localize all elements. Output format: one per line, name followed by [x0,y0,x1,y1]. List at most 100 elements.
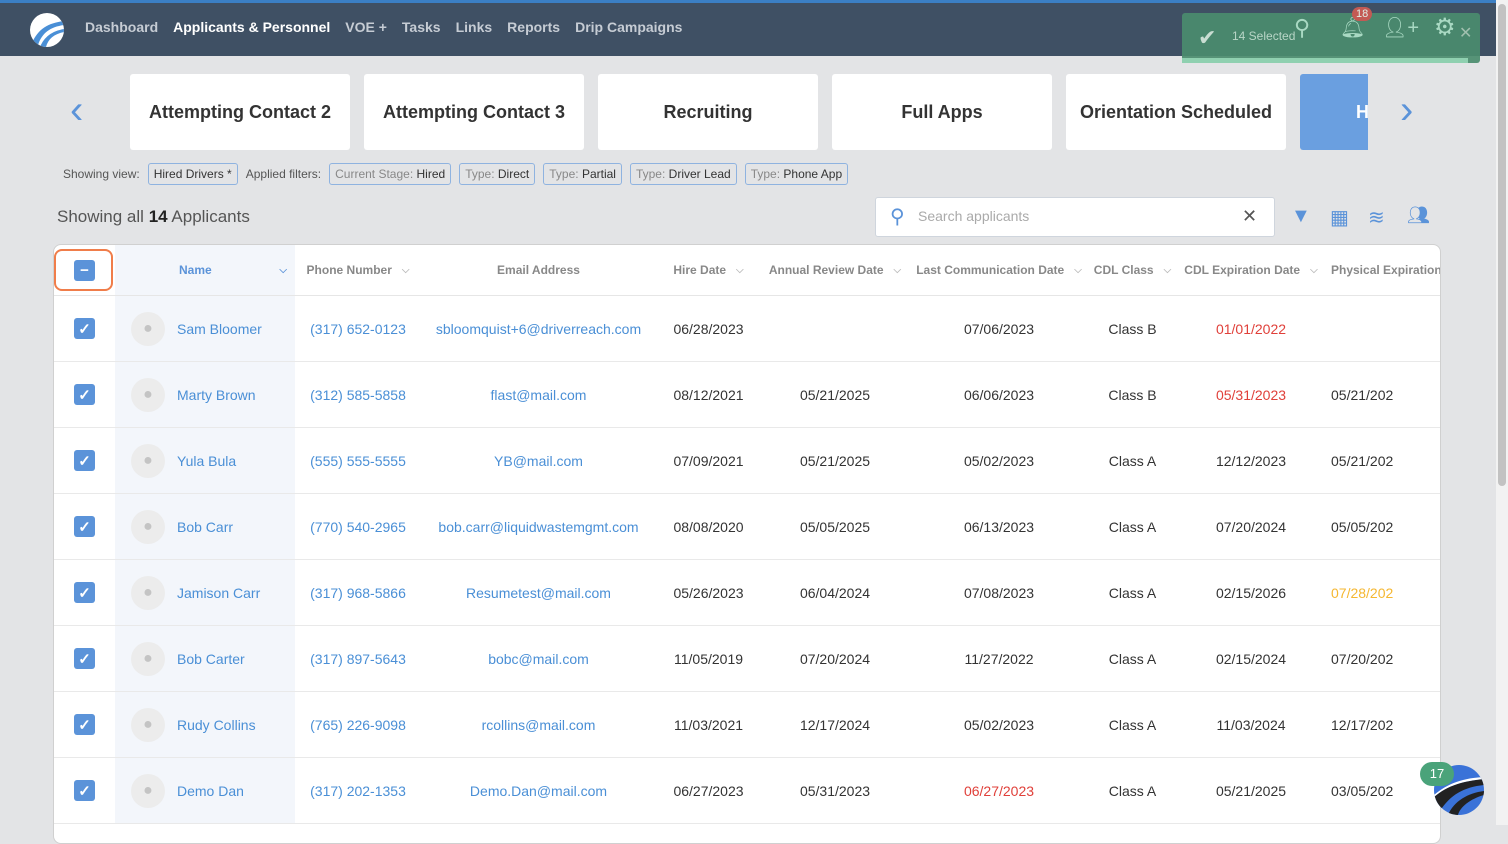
table-cell[interactable]: (770) 540-2965 [295,494,421,559]
group-users-icon[interactable]: 👥︎ [1407,205,1430,226]
filter-chip[interactable]: Type: Phone App [744,163,849,185]
nav-item[interactable]: Tasks [402,19,441,35]
column-header[interactable]: Name ⌵ [115,245,295,295]
column-header[interactable]: CDL Expiration Date ⌵ [1176,245,1326,295]
chevron-down-icon[interactable]: ⌵ [1074,265,1082,276]
row-checkbox[interactable]: ✓ [74,582,95,603]
cell-value: Class A [1108,650,1157,667]
table-cell[interactable]: (317) 897-5643 [295,626,421,691]
table-cell[interactable]: bob.carr@liquidwastemgmt.com [421,494,656,559]
column-header[interactable]: Physical Expiration [1326,245,1440,295]
column-header[interactable]: CDL Class ⌵ [1089,245,1176,295]
table-row[interactable]: ✓ ● Bob Carter (317) 897-5643 bobc@mail.com 1… [54,626,1440,692]
chevron-down-icon[interactable]: ⌵ [1310,265,1318,276]
table-cell[interactable]: ● Marty Brown [115,362,295,427]
layers-icon[interactable]: ≋ [1368,205,1385,230]
row-select-cell: ✓ [54,296,115,361]
cell-value: (317) 202-1353 [310,782,406,799]
view-chip[interactable]: Hired Drivers * [147,163,238,185]
table-cell[interactable]: (317) 968-5866 [295,560,421,625]
table-cell[interactable]: ● Bob Carr [115,494,295,559]
row-checkbox[interactable]: ✓ [74,318,95,339]
table-cell[interactable]: ● Yula Bula [115,428,295,493]
row-checkbox[interactable]: ✓ [74,516,95,537]
table-cell: 05/02/2023 [909,692,1089,757]
stage-card[interactable]: Full Apps [832,74,1052,150]
nav-item[interactable]: Reports [507,19,560,35]
table-cell[interactable]: ● Jamison Carr [115,560,295,625]
select-all-cell: − [54,245,115,295]
table-row[interactable]: ✓ ● Sam Bloomer (317) 652-0123 sbloomquist+6… [54,296,1440,362]
table-cell[interactable]: ● Demo Dan [115,758,295,823]
row-checkbox[interactable]: ✓ [74,450,95,471]
chevron-down-icon[interactable]: ⌵ [1164,265,1172,276]
close-icon[interactable]: ✕ [1459,23,1472,43]
nav-item[interactable]: Links [456,19,493,35]
clear-search-icon[interactable]: ✕ [1242,206,1257,227]
table-cell[interactable]: ● Rudy Collins [115,692,295,757]
table-cell[interactable]: flast@mail.com [421,362,656,427]
table-cell[interactable]: Demo.Dan@mail.com [421,758,656,823]
filter-chip[interactable]: Type: Driver Lead [629,163,737,185]
stage-card[interactable]: Attempting Contact 3 [364,74,584,150]
table-cell[interactable]: (317) 202-1353 [295,758,421,823]
column-header[interactable]: Last Communication Date ⌵ [909,245,1089,295]
table-row[interactable]: ✓ ● Marty Brown (312) 585-5858 flast@mail.co… [54,362,1440,428]
table-cell[interactable]: ● Bob Carter [115,626,295,691]
table-row[interactable]: ✓ ● Yula Bula (555) 555-5555 YB@mail.com 07/0… [54,428,1440,494]
table-cell[interactable]: bobc@mail.com [421,626,656,691]
table-row[interactable]: ✓ ● Bob Carr (770) 540-2965 bob.carr@liquidw… [54,494,1440,560]
row-checkbox[interactable]: ✓ [74,648,95,669]
filter-icon[interactable]: ▼ [1291,205,1311,228]
table-cell[interactable]: Resumetest@mail.com [421,560,656,625]
table-cell[interactable]: (312) 585-5858 [295,362,421,427]
table-cell[interactable]: rcollins@mail.com [421,692,656,757]
page-scrollbar[interactable] [1496,0,1508,825]
filter-chip[interactable]: Type: Partial [543,163,622,185]
chevron-down-icon[interactable]: ⌵ [279,265,287,276]
nav-item[interactable]: Dashboard [85,19,158,35]
chevron-left-icon[interactable]: ‹ [70,90,83,130]
stage-card[interactable]: Orientation Scheduled [1066,74,1286,150]
table-row[interactable]: ✓ ● Rudy Collins (765) 226-9098 rcollins@mai… [54,692,1440,758]
table-cell: 05/31/2023 [1176,362,1326,427]
nav-item[interactable]: Drip Campaigns [575,19,682,35]
chevron-down-icon[interactable]: ⌵ [402,265,410,276]
stage-card[interactable]: H [1300,74,1368,150]
table-cell[interactable]: (555) 555-5555 [295,428,421,493]
table-row[interactable]: ✓ ● Jamison Carr (317) 968-5866 Resumetest@m… [54,560,1440,626]
row-checkbox[interactable]: ✓ [74,714,95,735]
column-header[interactable]: Hire Date ⌵ [656,245,761,295]
table-cell[interactable]: (317) 652-0123 [295,296,421,361]
stage-card[interactable]: Attempting Contact 2 [130,74,350,150]
search-icon[interactable]: ⚲ [1294,15,1310,41]
row-checkbox[interactable]: ✓ [74,780,95,801]
table-cell[interactable]: sbloomquist+6@driverreach.com [421,296,656,361]
filter-chip[interactable]: Type: Direct [459,163,536,185]
search-input[interactable] [918,208,1238,224]
gear-icon[interactable]: ⚙ [1434,13,1456,42]
table-cell[interactable]: (765) 226-9098 [295,692,421,757]
chevron-down-icon[interactable]: ⌵ [894,265,902,276]
row-checkbox[interactable]: ✓ [74,384,95,405]
cell-value: Class B [1108,386,1157,403]
column-header[interactable]: Email Address [421,245,656,295]
add-user-icon[interactable]: 👤︎+ [1382,15,1419,40]
stage-card[interactable]: Recruiting [598,74,818,150]
notification-badge: 18 [1352,7,1373,21]
chevron-right-icon[interactable]: › [1400,90,1413,130]
table-cell: 07/20/202 [1326,626,1440,691]
column-header[interactable]: Annual Review Date ⌵ [761,245,909,295]
column-header[interactable]: Phone Number ⌵ [295,245,421,295]
columns-grid-icon[interactable]: ▦ [1330,205,1349,230]
filter-chip[interactable]: Current Stage: Hired [329,163,452,185]
app-logo[interactable] [30,13,64,47]
chevron-down-icon[interactable]: ⌵ [736,265,744,276]
table-cell: 07/20/2024 [761,626,909,691]
table-cell[interactable]: ● Sam Bloomer [115,296,295,361]
nav-item[interactable]: Applicants & Personnel [173,19,330,35]
avatar-icon: ● [131,377,165,412]
table-row[interactable]: ✓ ● Demo Dan (317) 202-1353 Demo.Dan@mail.co… [54,758,1440,824]
nav-item[interactable]: VOE + [345,19,387,35]
table-cell[interactable]: YB@mail.com [421,428,656,493]
